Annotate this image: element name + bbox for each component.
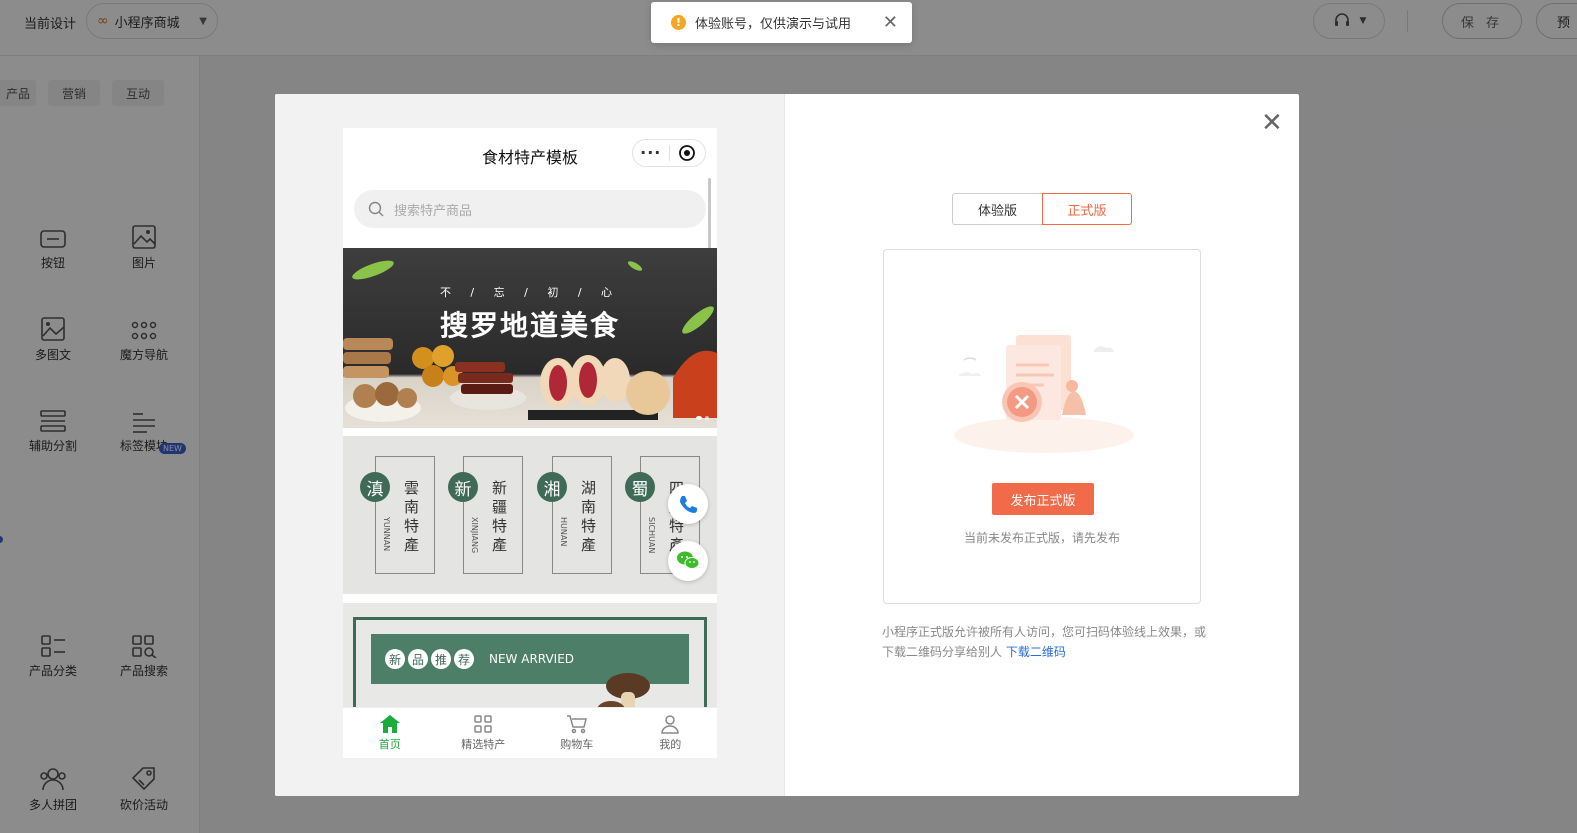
release-description: 小程序正式版允许被所有人访问，您可扫码体验线上效果，或下载二维码分享给别人 下载… [882, 622, 1212, 662]
user-icon [661, 715, 680, 734]
region-pinyin: YUNNAN [382, 517, 391, 552]
new-arrival-en: NEW ARRVIED [489, 652, 575, 666]
home-icon [379, 715, 400, 733]
region-pinyin: SICHUAN [647, 517, 656, 554]
phone-icon [680, 496, 697, 513]
phone-call-button[interactable] [668, 484, 708, 524]
region-item[interactable]: 新 新疆特產 XINJIANG [448, 456, 523, 574]
region-name: 湖南特產 [581, 479, 597, 554]
tab-label: 精选特产 [461, 738, 506, 751]
preview-pane: 食材特产模板 ··· 搜索特产商品 不 / 忘 / 初 / 心 搜罗地道美食 滇… [275, 94, 784, 796]
new-char: 荐 [454, 649, 474, 669]
region-pinyin: XINJIANG [470, 517, 479, 554]
wechat-button[interactable] [668, 541, 708, 581]
notice-toast: ! 体验账号，仅供演示与试用 ✕ [651, 2, 912, 43]
region-name: 新疆特產 [492, 479, 508, 554]
tab-label: 首页 [378, 738, 401, 751]
new-arrival-section[interactable]: 新 品 推 荐 NEW ARRVIED [343, 603, 717, 732]
phone-preview: 食材特产模板 ··· 搜索特产商品 不 / 忘 / 初 / 心 搜罗地道美食 滇… [343, 128, 717, 758]
wechat-icon [677, 551, 700, 569]
search-icon [368, 201, 384, 217]
region-char: 新 [448, 472, 478, 502]
region-char: 湘 [537, 472, 567, 502]
banner-image[interactable]: 不 / 忘 / 初 / 心 搜罗地道美食 [343, 248, 717, 428]
region-char: 滇 [360, 472, 390, 502]
cart-icon [566, 715, 587, 734]
target-icon[interactable] [670, 140, 706, 166]
new-arrival-banner: 新 品 推 荐 NEW ARRVIED [371, 634, 689, 732]
warning-icon: ! [671, 15, 686, 30]
new-char: 推 [431, 649, 451, 669]
tab-mine[interactable]: 我的 [624, 708, 718, 758]
new-char: 新 [385, 649, 405, 669]
region-pinyin: HUNAN [559, 517, 568, 547]
publish-hint: 当前未发布正式版，请先发布 [963, 531, 1120, 545]
grid-icon [474, 715, 492, 733]
banner-title: 搜罗地道美食 [439, 309, 620, 342]
release-pane: ✕ 体验版 正式版 发布正式版 当前未发布正式版，请先发布 小程序正式版允许被所… [784, 94, 1299, 796]
banner-subtitle: 不 / 忘 / 初 / 心 [439, 286, 621, 299]
qr-code-box: 发布正式版 当前未发布正式版，请先发布 [883, 249, 1201, 604]
tab-home[interactable]: 首页 [343, 708, 437, 758]
tab-label: 购物车 [560, 738, 594, 751]
region-name: 雲南特產 [404, 479, 420, 554]
mini-program-capsule[interactable]: ··· [632, 139, 706, 167]
phone-header: 食材特产模板 ··· [343, 128, 717, 180]
version-tabs: 体验版 正式版 [952, 193, 1132, 225]
new-char: 品 [408, 649, 428, 669]
region-char: 蜀 [625, 472, 655, 502]
phone-tab-bar: 首页 精选特产 购物车 我的 [343, 707, 717, 758]
not-published-illustration [954, 335, 1134, 453]
tab-label: 我的 [659, 738, 682, 751]
tab-release-version[interactable]: 正式版 [1042, 193, 1132, 225]
search-input[interactable]: 搜索特产商品 [354, 190, 706, 228]
more-icon[interactable]: ··· [633, 140, 669, 166]
region-item[interactable]: 湘 湖南特產 HUNAN [537, 456, 612, 574]
region-nav: 滇 雲南特產 YUNNAN 新 新疆特產 XINJIANG 湘 湖南特產 HUN… [343, 436, 717, 594]
toast-text: 体验账号，仅供演示与试用 [695, 17, 852, 32]
publish-modal: 食材特产模板 ··· 搜索特产商品 不 / 忘 / 初 / 心 搜罗地道美食 滇… [275, 94, 1299, 796]
close-icon[interactable]: ✕ [1261, 110, 1283, 136]
download-qr-link[interactable]: 下载二维码 [1006, 645, 1066, 659]
tab-trial-version[interactable]: 体验版 [952, 193, 1042, 225]
search-placeholder: 搜索特产商品 [394, 203, 473, 219]
carousel-dots[interactable] [696, 416, 709, 420]
tab-featured[interactable]: 精选特产 [437, 708, 531, 758]
publish-release-button[interactable]: 发布正式版 [992, 483, 1094, 515]
region-item[interactable]: 滇 雲南特產 YUNNAN [360, 456, 435, 574]
tab-cart[interactable]: 购物车 [530, 708, 624, 758]
close-icon[interactable]: ✕ [883, 12, 898, 33]
